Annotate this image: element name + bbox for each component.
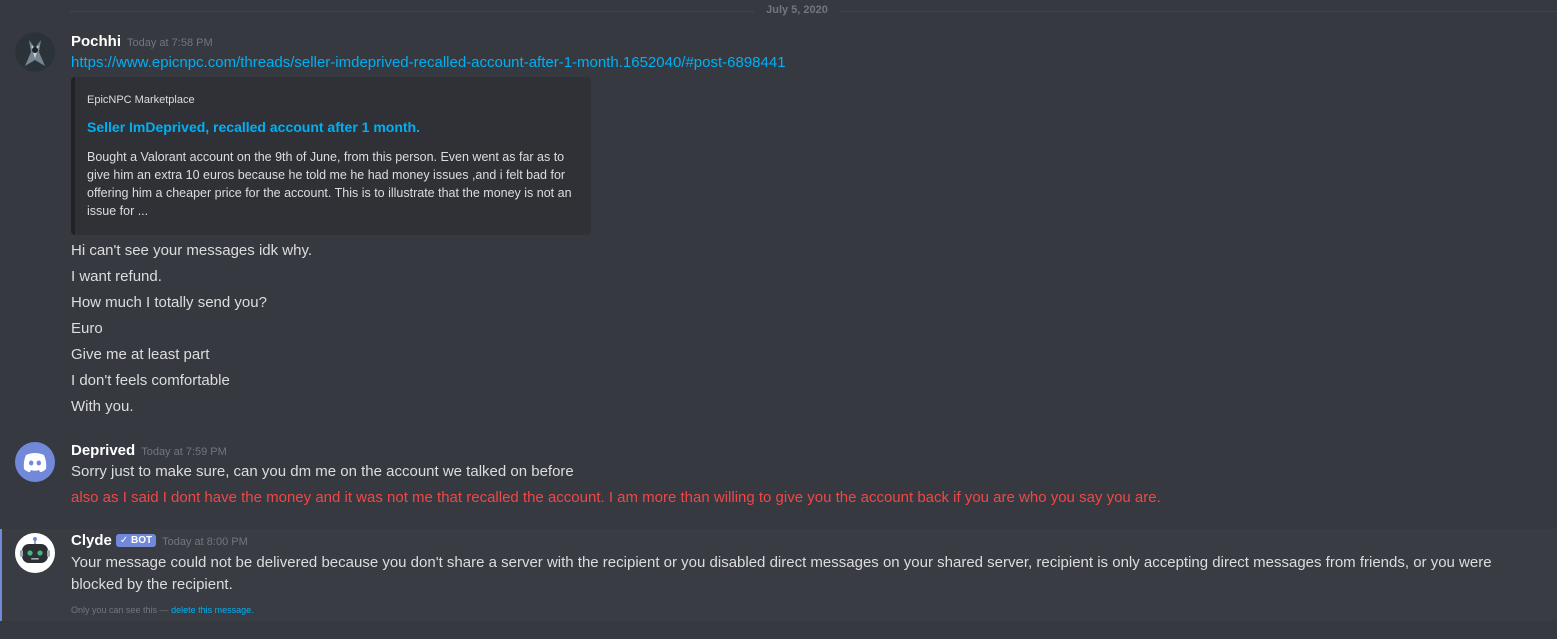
discord-logo-icon (23, 453, 47, 472)
ephemeral-note: Only you can see this — (71, 605, 169, 615)
timestamp[interactable]: Today at 7:58 PM (127, 37, 213, 49)
message-line: Give me at least part (71, 346, 210, 363)
thread-link[interactable]: https://www.epicnpc.com/threads/seller-i… (71, 54, 786, 71)
message-line: Sorry just to make sure, can you dm me o… (71, 463, 574, 480)
message-line-error: also as I said I dont have the money and… (71, 489, 1161, 506)
avatar-pochhi[interactable] (15, 32, 55, 72)
check-icon: ✓ (119, 535, 129, 546)
delete-message-link[interactable]: delete this message. (171, 605, 254, 615)
date-divider-label: July 5, 2020 (766, 4, 828, 16)
bot-badge-label: BOT (131, 535, 153, 546)
message-line: With you. (71, 398, 134, 415)
message-header-deprived: Deprived Today at 7:59 PM (71, 442, 227, 460)
timestamp[interactable]: Today at 7:59 PM (141, 446, 227, 458)
bot-badge: ✓ BOT (115, 534, 157, 547)
message-line: Euro (71, 320, 103, 337)
embed-description: Bought a Valorant account on the 9th of … (87, 150, 572, 218)
message-line: I don't feels comfortable (71, 372, 230, 389)
embed-title[interactable]: Seller ImDeprived, recalled account afte… (87, 119, 420, 135)
timestamp[interactable]: Today at 8:00 PM (162, 536, 248, 548)
avatar-clyde[interactable] (15, 533, 55, 573)
message-line: Hi can't see your messages idk why. (71, 242, 313, 259)
avatar-pochhi-image (15, 32, 55, 72)
clyde-message-text: Your message could not be delivered beca… (71, 554, 1492, 593)
avatar-deprived[interactable] (15, 442, 55, 482)
username[interactable]: Pochhi (71, 33, 121, 50)
username[interactable]: Clyde (71, 532, 112, 549)
message-link-line: https://www.epicnpc.com/threads/seller-i… (71, 54, 786, 71)
message-line: I want refund. (71, 268, 162, 285)
divider-line-left (70, 11, 754, 12)
ephemeral-notice: Only you can see this — delete this mess… (71, 605, 254, 615)
link-embed: EpicNPC Marketplace Seller ImDeprived, r… (71, 77, 591, 235)
date-divider: July 5, 2020 (0, 0, 1557, 22)
message-header-pochhi: Pochhi Today at 7:58 PM (71, 33, 213, 51)
embed-provider: EpicNPC Marketplace (87, 94, 195, 106)
clyde-robot-icon (20, 537, 50, 563)
divider-line-right (840, 11, 1557, 12)
username[interactable]: Deprived (71, 442, 135, 459)
message-line: How much I totally send you? (71, 294, 267, 311)
message-header-clyde: Clyde ✓ BOT Today at 8:00 PM (71, 532, 248, 550)
